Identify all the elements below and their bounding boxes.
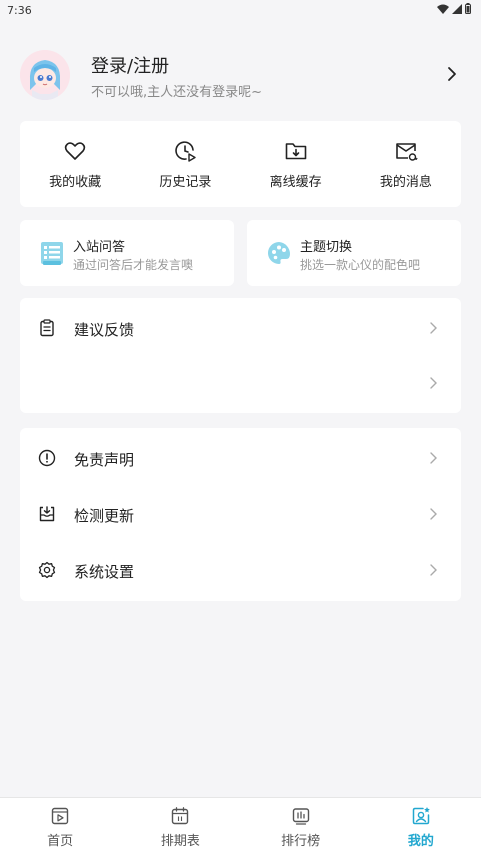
bottom-tab-bar: 首页 排期表 排行榜 我的 bbox=[0, 797, 481, 855]
list-group-settings: 免责声明 检测更新 系统设置 bbox=[20, 428, 461, 601]
quiz-icon bbox=[41, 242, 63, 265]
list-row-label: 检测更新 bbox=[74, 507, 135, 525]
status-time: 7:36 bbox=[7, 4, 32, 17]
tab-label: 我的 bbox=[407, 834, 434, 849]
feature-title: 入站问答 bbox=[73, 240, 126, 255]
list-row-label: 免责声明 bbox=[74, 451, 135, 469]
clipboard-icon bbox=[40, 319, 54, 337]
login-hint-text: 不可以哦,主人还没有登录呢~ bbox=[91, 85, 263, 100]
feature-card-theme[interactable]: 主题切换 挑选一款心仪的配色吧 bbox=[247, 220, 461, 286]
list-row-check-update[interactable]: 检测更新 bbox=[20, 486, 461, 542]
quick-action-offline-cache[interactable]: 离线缓存 bbox=[241, 121, 351, 207]
feature-title: 主题切换 bbox=[300, 240, 353, 255]
message-icon bbox=[396, 143, 418, 161]
chevron-right-icon bbox=[430, 377, 437, 389]
login-register-title[interactable]: 登录/注册 bbox=[91, 52, 169, 78]
tab-label: 首页 bbox=[47, 834, 74, 849]
chevron-right-icon bbox=[430, 452, 437, 464]
list-row-system-settings[interactable]: 系统设置 bbox=[20, 542, 461, 598]
download-folder-icon bbox=[285, 143, 306, 160]
battery-icon bbox=[465, 3, 471, 14]
quick-action-history[interactable]: 历史记录 bbox=[130, 121, 240, 207]
signal-icon bbox=[452, 3, 462, 14]
list-row-feedback[interactable]: 建议反馈 bbox=[20, 300, 461, 356]
quick-action-favorites[interactable]: 我的收藏 bbox=[20, 121, 130, 207]
chevron-right-icon bbox=[430, 508, 437, 520]
feature-card-quiz[interactable]: 入站问答 通过问答后才能发言噢 bbox=[20, 220, 234, 286]
chevron-right-icon bbox=[430, 322, 437, 334]
list-row-disclaimer[interactable]: 免责声明 bbox=[20, 430, 461, 486]
quick-action-label: 历史记录 bbox=[159, 175, 212, 190]
palette-icon bbox=[268, 242, 291, 264]
quick-action-label: 离线缓存 bbox=[269, 175, 322, 190]
avatar[interactable] bbox=[20, 50, 70, 100]
wifi-icon bbox=[437, 4, 449, 14]
feature-subtitle: 挑选一款心仪的配色吧 bbox=[300, 258, 421, 272]
chevron-right-icon bbox=[430, 564, 437, 576]
profile-icon bbox=[412, 807, 430, 825]
ranking-icon bbox=[292, 808, 309, 825]
quick-action-messages[interactable]: 我的消息 bbox=[351, 121, 461, 207]
status-icons bbox=[437, 3, 471, 14]
quick-action-label: 我的收藏 bbox=[49, 175, 102, 190]
quick-action-label: 我的消息 bbox=[379, 175, 432, 190]
tab-mine[interactable]: 我的 bbox=[361, 798, 481, 855]
status-bar: 7:36 bbox=[0, 0, 481, 22]
chevron-right-icon[interactable] bbox=[443, 65, 461, 83]
update-icon bbox=[39, 506, 55, 522]
gear-icon bbox=[38, 561, 56, 579]
history-icon bbox=[175, 141, 197, 162]
list-group-feedback: 建议反馈 bbox=[20, 298, 461, 413]
quick-actions-card: 我的收藏 历史记录 离线缓存 我的消息 bbox=[20, 121, 461, 207]
tab-home[interactable]: 首页 bbox=[0, 798, 120, 855]
list-row-empty[interactable] bbox=[20, 355, 461, 411]
tab-label: 排期表 bbox=[160, 834, 200, 849]
profile-header[interactable]: 登录/注册 不可以哦,主人还没有登录呢~ bbox=[20, 48, 461, 104]
tab-schedule[interactable]: 排期表 bbox=[120, 798, 240, 855]
calendar-icon bbox=[172, 807, 189, 825]
avatar-illustration-icon bbox=[20, 50, 70, 100]
list-row-label: 建议反馈 bbox=[74, 321, 135, 339]
tab-label: 排行榜 bbox=[281, 834, 321, 849]
list-row-label: 系统设置 bbox=[74, 563, 135, 581]
feature-subtitle: 通过问答后才能发言噢 bbox=[73, 258, 194, 272]
info-icon bbox=[38, 449, 56, 467]
tab-ranking[interactable]: 排行榜 bbox=[241, 798, 361, 855]
heart-icon bbox=[64, 142, 86, 160]
home-icon bbox=[51, 807, 69, 825]
